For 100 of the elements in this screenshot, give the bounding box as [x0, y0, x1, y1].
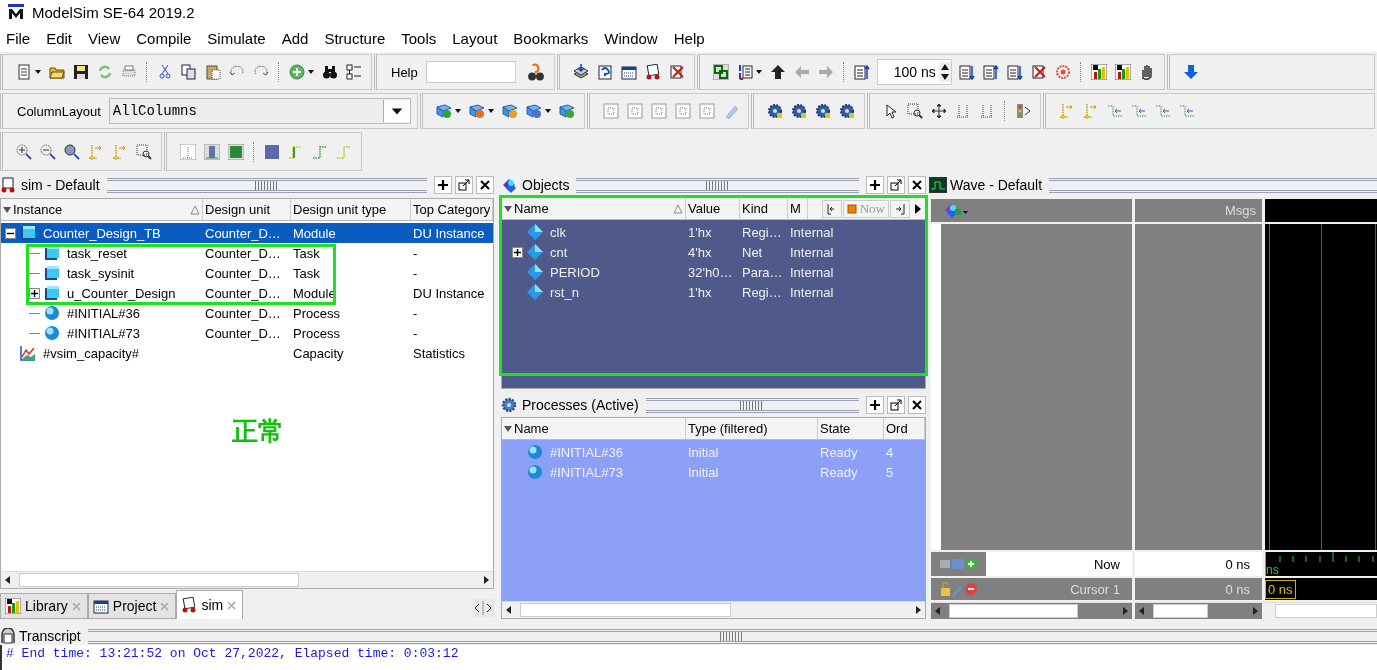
column-header[interactable]: Type (filtered)	[686, 418, 818, 439]
tree-row[interactable]: #vsim_capacity# Capacity Statistics	[1, 343, 493, 363]
save-icon[interactable]	[73, 64, 89, 80]
scrollbar-thumb[interactable]	[949, 604, 1078, 618]
object-edit-icon[interactable]	[501, 103, 518, 119]
gear-icon[interactable]	[790, 103, 807, 119]
expand-icon[interactable]	[29, 287, 40, 299]
signal-name[interactable]: PERIOD	[550, 264, 600, 280]
collapse-icon[interactable]	[5, 227, 16, 239]
caret-icon[interactable]	[487, 109, 494, 113]
document-down-icon[interactable]	[958, 64, 975, 80]
gear-icon[interactable]	[838, 103, 855, 119]
scrollbar-thumb[interactable]	[1153, 604, 1208, 618]
caret-icon[interactable]	[454, 109, 461, 113]
document-up-icon[interactable]	[853, 64, 870, 80]
column-header[interactable]: Top Category	[411, 199, 493, 220]
list-icon[interactable]	[736, 64, 753, 80]
tree-row[interactable]: task_reset Counter_D… Task -	[1, 243, 493, 263]
tab-scroll-icon[interactable]	[472, 601, 494, 615]
help-document-icon[interactable]	[596, 64, 613, 80]
signal-name[interactable]: clk	[550, 224, 566, 240]
column-header[interactable]: Name	[502, 418, 686, 439]
gear-icon[interactable]	[814, 103, 831, 119]
spinner-icon[interactable]	[938, 62, 951, 82]
link-icon[interactable]	[712, 64, 729, 80]
expand-icon[interactable]	[512, 246, 523, 258]
next-edge-button[interactable]	[890, 199, 910, 218]
undock-button[interactable]	[887, 396, 905, 414]
tab[interactable]: sim	[176, 590, 244, 619]
tab[interactable]: Library	[0, 593, 88, 619]
cursor-tools-icon[interactable]	[939, 581, 979, 597]
menu-item[interactable]: Add	[279, 29, 317, 47]
menu-triangle-icon[interactable]	[3, 205, 11, 214]
signal-name[interactable]: cnt	[550, 244, 568, 260]
title-bar-grip[interactable]	[645, 397, 859, 413]
menu-item[interactable]: Simulate	[205, 29, 274, 47]
menu-item[interactable]: Bookmarks	[511, 29, 597, 47]
gear-icon[interactable]	[766, 103, 783, 119]
help-search-icon[interactable]	[526, 63, 545, 81]
cart-icon[interactable]	[644, 64, 661, 80]
paste-icon[interactable]	[205, 64, 221, 80]
scrollbar-thumb[interactable]	[19, 573, 299, 587]
object-add-icon[interactable]	[435, 103, 452, 119]
menu-item[interactable]: Edit	[44, 29, 81, 47]
bar-chart-icon[interactable]	[1090, 64, 1107, 80]
column-header[interactable]: Design unit type	[291, 199, 411, 220]
close-button[interactable]	[476, 176, 494, 194]
scrollbar-thumb[interactable]	[520, 603, 731, 617]
column-header[interactable]: Design unit	[203, 199, 291, 220]
caret-icon[interactable]	[755, 70, 762, 74]
menu-item[interactable]: View	[86, 29, 129, 47]
close-button[interactable]	[908, 176, 926, 194]
signal-name[interactable]: rst_n	[550, 284, 579, 300]
title-bar-grip[interactable]	[576, 177, 859, 193]
object-remove-icon[interactable]	[468, 103, 485, 119]
column-layout-dropdown[interactable]: AllColumns	[108, 98, 411, 124]
copy-icon[interactable]	[181, 64, 197, 80]
delete-document-icon[interactable]	[668, 64, 685, 80]
cursor-time-marker[interactable]: 0 ns	[1265, 579, 1296, 599]
run-length-field[interactable]: 100 ns	[876, 59, 952, 85]
stack-icon[interactable]	[572, 64, 589, 80]
close-button[interactable]	[908, 396, 926, 414]
column-header[interactable]: Kind	[740, 198, 788, 219]
folder-icon[interactable]	[49, 64, 65, 80]
delete-document-icon[interactable]	[1030, 64, 1047, 80]
undock-button[interactable]	[455, 176, 473, 194]
more-columns-icon[interactable]	[915, 203, 921, 214]
dock-button[interactable]	[866, 176, 884, 194]
column-header[interactable]: State	[818, 418, 884, 439]
signal-display-icon[interactable]	[204, 143, 220, 160]
menu-item[interactable]: File	[4, 29, 39, 47]
zoom-out-icon[interactable]	[40, 143, 56, 160]
signal-display-icon[interactable]	[228, 143, 244, 160]
object-save-icon[interactable]	[525, 103, 542, 119]
column-header[interactable]: Value	[686, 198, 740, 219]
document-down-icon[interactable]	[1006, 64, 1023, 80]
menu-item[interactable]: Window	[602, 29, 666, 47]
caret-icon[interactable]	[308, 70, 314, 74]
dock-button[interactable]	[866, 396, 884, 414]
signal-display-icon[interactable]	[264, 143, 280, 160]
help-search-field[interactable]	[425, 61, 516, 83]
title-bar-grip[interactable]	[106, 177, 427, 193]
menu-item[interactable]: Tools	[399, 29, 445, 47]
undock-button[interactable]	[887, 176, 905, 194]
caret-icon[interactable]	[35, 70, 41, 74]
calendar-icon[interactable]	[620, 64, 637, 80]
dock-button[interactable]	[434, 176, 452, 194]
cut-icon[interactable]	[157, 64, 173, 80]
object-go-icon[interactable]	[558, 103, 575, 119]
menu-triangle-icon[interactable]	[504, 204, 512, 213]
add-icon[interactable]	[289, 64, 305, 80]
add-cursor-tools-icon[interactable]	[939, 556, 979, 572]
tree-icon[interactable]	[346, 64, 362, 80]
zoom-box-icon[interactable]	[906, 103, 923, 119]
objects-icon[interactable]	[943, 201, 969, 220]
column-header[interactable]: Ord	[884, 418, 925, 439]
marks-icon[interactable]	[978, 103, 995, 119]
traffic-light-icon[interactable]	[1014, 103, 1031, 119]
menu-triangle-icon[interactable]	[504, 424, 512, 433]
menu-item[interactable]: Compile	[134, 29, 200, 47]
